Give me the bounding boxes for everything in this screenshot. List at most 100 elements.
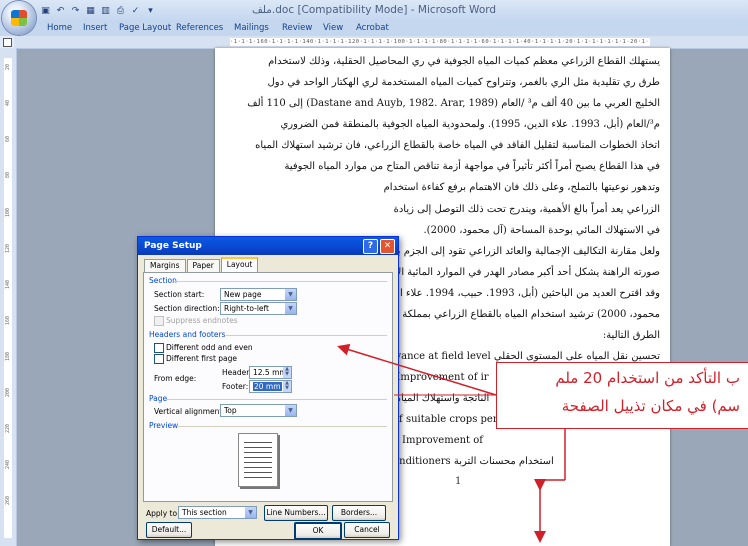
tab-margins[interactable]: Margins — [144, 259, 186, 272]
annotation-callout: ب التأكد من استخدام 20 ملم سم) في مكان ت… — [496, 362, 748, 429]
preview-line — [244, 447, 272, 448]
preview-line — [244, 467, 272, 468]
doc-line: محمود، 2000) ترشيد استخدام المياه بالقطا… — [367, 309, 660, 320]
preview-line — [244, 472, 272, 473]
section-group-label: Section — [149, 276, 177, 285]
tab-home[interactable]: Home — [47, 23, 72, 33]
doc-line: تحسين نقل المياه على المستوى الحقلي conv… — [365, 351, 660, 362]
tab-mailings[interactable]: Mailings — [234, 23, 269, 33]
tab-insert[interactable]: Insert — [83, 23, 107, 33]
tab-view[interactable]: View — [323, 23, 343, 33]
vruler-tick: 260 — [5, 496, 11, 506]
doc-line: م³/العام (أبل، 1993. علاء الدين، 1995). … — [280, 119, 660, 130]
section-start-value: New page — [224, 290, 262, 299]
doc-line: الزراعي يعد أمراً بالغ الأهمية، ويندرج ت… — [393, 204, 660, 215]
borders-button[interactable]: Borders... — [332, 505, 386, 521]
group-divider — [226, 335, 387, 336]
footer-distance-value: 20 mm — [253, 382, 282, 391]
group-divider — [174, 281, 387, 282]
tab-references[interactable]: References — [176, 23, 223, 33]
suppress-endnotes-label: Suppress endnotes — [166, 316, 238, 325]
apply-to-select[interactable]: This section ▼ — [178, 506, 257, 519]
close-button[interactable]: ✕ — [380, 239, 395, 254]
section-direction-select[interactable]: Right-to-left ▼ — [220, 302, 297, 315]
doc-line: في هذا القطاع يصبح أمراً أكثر تأثيراً في… — [284, 161, 660, 172]
tab-page-layout[interactable]: Page Layout — [119, 23, 171, 33]
tab-acrobat[interactable]: Acrobat — [356, 23, 389, 33]
vruler-tick: 60 — [5, 136, 11, 143]
dialog-tabs: Margins Paper Layout — [144, 257, 259, 272]
footer-distance-input[interactable]: 20 mm ▲ ▼ — [249, 380, 292, 393]
vruler-tick: 200 — [5, 388, 11, 398]
suppress-endnotes-checkbox[interactable] — [154, 316, 164, 326]
ruler-scale: ·1·1·1·160·1·1·1·1·140·1·1·1·1·120·1·1·1… — [230, 38, 650, 46]
section-start-label: Section start: — [154, 290, 205, 299]
tab-paper[interactable]: Paper — [186, 259, 220, 272]
vruler-tick: 20 — [5, 64, 11, 71]
spinner-arrows-icon[interactable]: ▲ ▼ — [283, 367, 291, 378]
header-label: Header: — [222, 368, 252, 377]
group-divider — [178, 426, 387, 427]
vruler-tick: 140 — [5, 280, 11, 290]
doc-line: وقد اقترح العديد من الباحثين (أبل، 1993.… — [381, 288, 660, 299]
chevron-down-icon: ▼ — [285, 289, 296, 300]
office-button[interactable] — [2, 1, 36, 35]
dialog-title-bar[interactable]: Page Setup ? ✕ — [138, 237, 398, 255]
page-setup-dialog: Page Setup ? ✕ Margins Paper Layout Sect… — [137, 236, 399, 540]
vertical-ruler-scale: 20 40 60 80 100 120 140 160 180 200 220 … — [4, 58, 12, 538]
chevron-down-icon: ▼ — [285, 405, 296, 416]
vertical-alignment-value: Top — [224, 406, 237, 415]
doc-line: ولعل مقارنة التكاليف الإجمالية والعائد ا… — [387, 246, 660, 257]
section-start-select[interactable]: New page ▼ — [220, 288, 297, 301]
different-odd-even-checkbox[interactable] — [154, 343, 164, 353]
different-first-page-checkbox[interactable] — [154, 354, 164, 364]
vruler-tick: 100 — [5, 208, 11, 218]
default-button[interactable]: Default... — [146, 522, 192, 538]
chevron-down-icon: ▼ — [285, 303, 296, 314]
help-button[interactable]: ? — [363, 239, 378, 254]
doc-line: صورته الراهنة يشكل أحد أكبر مصادر الهدر … — [395, 267, 660, 278]
header-distance-input[interactable]: 12.5 mm ▲ ▼ — [249, 366, 292, 379]
office-logo-icon — [11, 10, 27, 26]
section-direction-value: Right-to-left — [224, 304, 269, 313]
group-divider — [166, 399, 387, 400]
vruler-tick: 240 — [5, 460, 11, 470]
tab-layout[interactable]: Layout — [220, 257, 259, 272]
headers-footers-group-label: Headers and footers — [149, 330, 226, 339]
different-odd-even-label: Different odd and even — [166, 343, 253, 352]
ribbon-tabs: Home Insert Page Layout References Maili… — [0, 22, 748, 36]
cancel-button[interactable]: Cancel — [344, 522, 390, 538]
section-direction-label: Section direction: — [154, 304, 220, 313]
doc-line: يستهلك القطاع الزراعي معظم كميات المياه … — [268, 56, 660, 67]
preview-group-label: Preview — [149, 421, 179, 430]
vruler-tick: 120 — [5, 244, 11, 254]
tab-review[interactable]: Review — [282, 23, 312, 33]
callout-text-line-2: سم) في مكان تذييل الصفحة — [561, 397, 740, 415]
doc-line: في الاستهلاك المائي بوحدة المساحة (آل مح… — [423, 225, 660, 236]
spinner-arrows-icon[interactable]: ▲ ▼ — [283, 381, 291, 392]
from-edge-label: From edge: — [154, 374, 197, 383]
apply-to-value: This section — [182, 508, 227, 517]
doc-line: الطرق التالية: — [602, 330, 660, 341]
vruler-tick: 80 — [5, 172, 11, 179]
preview-line — [244, 442, 272, 443]
vertical-alignment-select[interactable]: Top ▼ — [220, 404, 297, 417]
tab-selector[interactable] — [0, 36, 14, 48]
preview-line — [244, 462, 272, 463]
window-title: ملف.doc [Compatibility Mode] - Microsoft… — [251, 4, 497, 16]
doc-line: الخليج العربي ما بين 40 ألف م³ /العام (D… — [247, 98, 660, 109]
line-numbers-button[interactable]: Line Numbers... — [264, 505, 328, 521]
ok-button[interactable]: OK — [294, 522, 342, 540]
vruler-tick: 160 — [5, 316, 11, 326]
apply-to-label: Apply to: — [146, 509, 180, 518]
vertical-ruler[interactable]: 20 40 60 80 100 120 140 160 180 200 220 … — [0, 48, 17, 546]
layout-panel: Section Section start: New page ▼ Section… — [143, 272, 393, 502]
vruler-tick: 180 — [5, 352, 11, 362]
preview-line — [244, 477, 272, 478]
doc-line: طرق ري تقليدية مثل الري بالغمر، وتتراوح … — [267, 77, 660, 88]
preview-line — [244, 452, 272, 453]
vruler-tick: 220 — [5, 424, 11, 434]
footer-label: Footer: — [222, 382, 249, 391]
preview-line — [244, 457, 272, 458]
page-number: 1 — [455, 476, 462, 487]
